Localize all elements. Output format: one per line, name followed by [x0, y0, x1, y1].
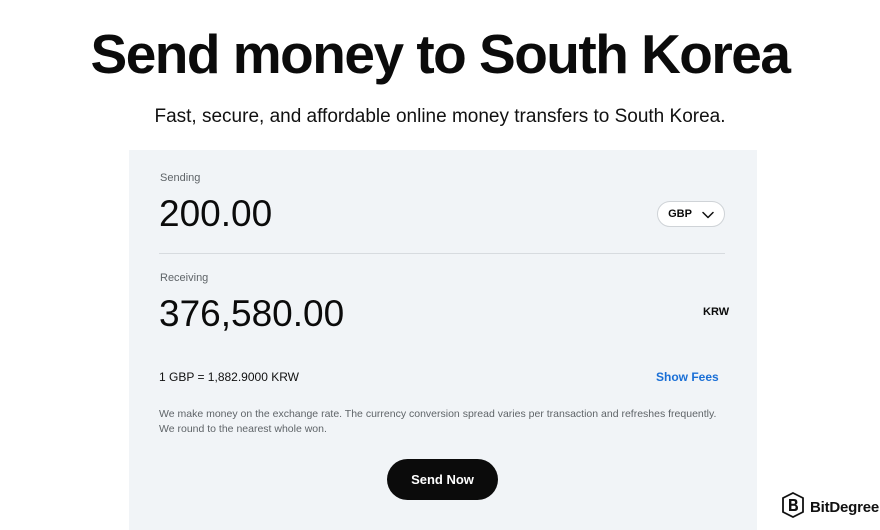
- sending-currency-select[interactable]: GBP: [657, 201, 725, 227]
- exchange-rate: 1 GBP = 1,882.9000 KRW: [159, 370, 299, 384]
- fee-disclaimer: We make money on the exchange rate. The …: [159, 407, 729, 436]
- chevron-down-icon: [702, 210, 714, 219]
- disclaimer-line: We make money on the exchange rate. The …: [159, 408, 717, 420]
- receiving-currency-code: KRW: [703, 306, 730, 318]
- section-divider: [159, 253, 725, 254]
- sending-currency-code: GBP: [668, 208, 692, 220]
- bitdegree-logo-icon: [782, 491, 804, 523]
- receiving-amount-input[interactable]: 376,580.00: [159, 292, 344, 336]
- sending-label: Sending: [160, 172, 201, 184]
- bitdegree-watermark: BitDegree: [782, 491, 880, 523]
- page-subtitle: Fast, secure, and affordable online mone…: [154, 106, 726, 127]
- sending-amount-input[interactable]: 200.00: [159, 192, 272, 236]
- show-fees-link[interactable]: Show Fees: [656, 370, 719, 384]
- transfer-calculator-card: Sending 200.00 GBP Receiving 376,580.00 …: [129, 150, 757, 530]
- watermark-text: BitDegree: [810, 499, 880, 516]
- disclaimer-line: We round to the nearest whole won.: [159, 422, 327, 435]
- page-title: Send money to South Korea: [90, 23, 791, 85]
- receiving-label: Receiving: [160, 272, 209, 284]
- send-now-button[interactable]: Send Now: [387, 459, 498, 500]
